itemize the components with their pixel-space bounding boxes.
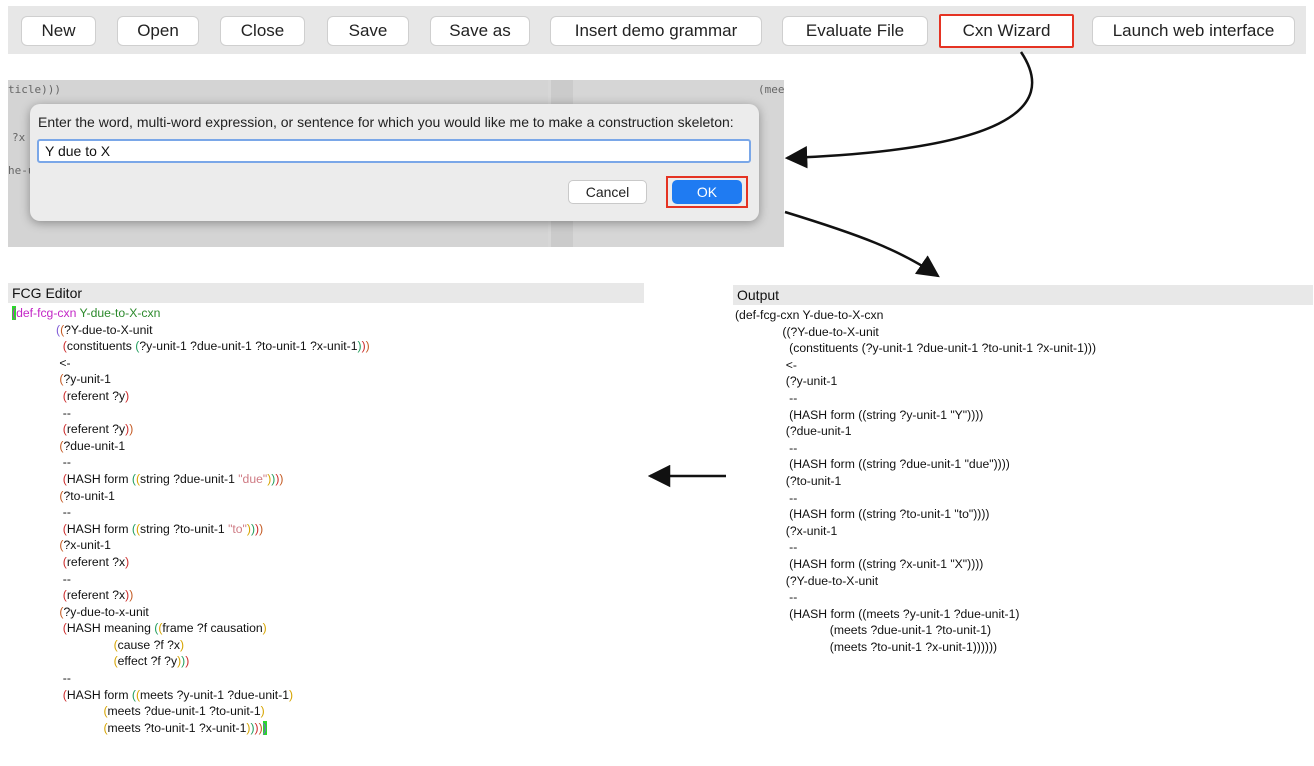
arrow-ok-to-output — [784, 210, 940, 278]
launch-web-interface-button[interactable]: Launch web interface — [1092, 16, 1295, 46]
close-button[interactable]: Close — [220, 16, 305, 46]
evaluate-file-button[interactable]: Evaluate File — [782, 16, 928, 46]
save-as-button[interactable]: Save as — [430, 16, 530, 46]
background-code-fragment: (mee — [758, 83, 784, 96]
open-button[interactable]: Open — [117, 16, 199, 46]
expression-input[interactable]: Y due to X — [37, 139, 751, 163]
editor-title: FCG Editor — [8, 283, 644, 303]
cxn-wizard-button[interactable]: Cxn Wizard — [939, 14, 1074, 48]
editor-code[interactable]: (def-fcg-cxn Y-due-to-X-cxn ((?Y-due-to-… — [12, 305, 370, 736]
background-code-fragment: ?x — [12, 131, 26, 144]
new-button[interactable]: New — [21, 16, 96, 46]
ok-button[interactable]: OK — [672, 180, 742, 204]
save-button[interactable]: Save — [327, 16, 409, 46]
cancel-button[interactable]: Cancel — [568, 180, 647, 204]
fcg-editor-panel: FCG Editor (def-fcg-cxn Y-due-to-X-cxn (… — [8, 283, 644, 766]
output-panel: Output (def-fcg-cxn Y-due-to-X-cxn ((?Y-… — [733, 285, 1313, 671]
output-code: (def-fcg-cxn Y-due-to-X-cxn ((?Y-due-to-… — [735, 308, 1097, 654]
background-code-fragment: ticle))) — [8, 83, 61, 96]
ok-highlight: OK — [666, 176, 748, 208]
output-title: Output — [733, 285, 1313, 305]
dialog-prompt: Enter the word, multi-word expression, o… — [38, 114, 734, 130]
cxn-wizard-dialog: Enter the word, multi-word expression, o… — [30, 104, 759, 221]
arrow-wizard-to-dialog — [784, 51, 1034, 169]
toolbar: New Open Close Save Save as Insert demo … — [8, 6, 1306, 54]
insert-demo-grammar-button[interactable]: Insert demo grammar — [550, 16, 762, 46]
